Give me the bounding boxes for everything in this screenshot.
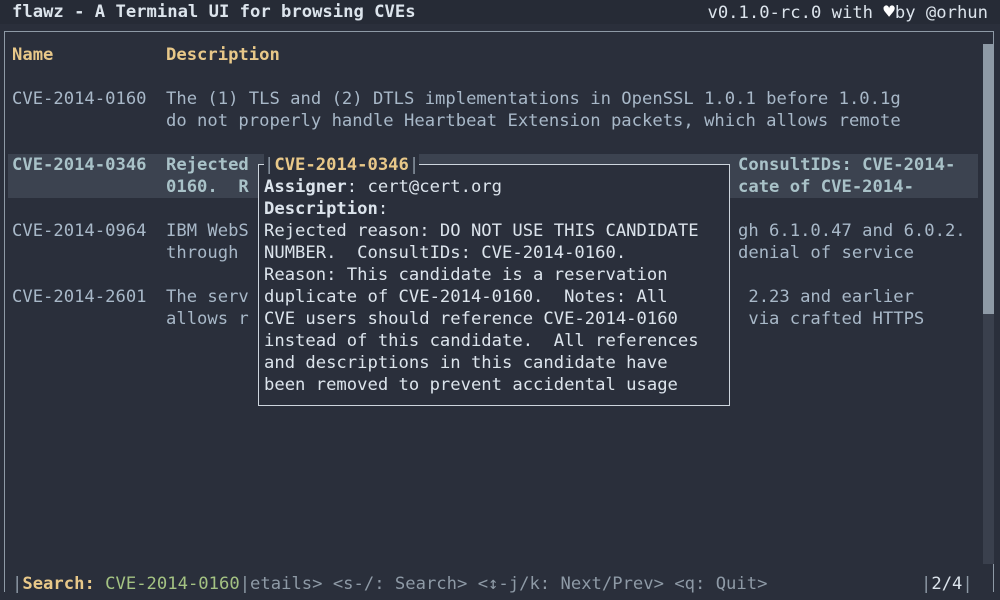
search-input[interactable]: CVE-2014-0160: [105, 574, 240, 594]
popup-description-line: CVE users should reference CVE-2014-0160: [264, 309, 678, 329]
cve-description-line: denial of service: [738, 243, 914, 263]
popup-description-heading: Description:: [264, 198, 388, 220]
terminal-window: flawz - A Terminal UI for browsing CVEs …: [0, 0, 1000, 600]
popup-description-line: Rejected reason: DO NOT USE THIS CANDIDA…: [264, 221, 699, 241]
description-colon: :: [377, 199, 389, 219]
keybinding-hints-2: -j/k: Next/Prev> <q: Quit>: [498, 574, 768, 594]
cve-description-line: allows r: [166, 309, 249, 329]
cve-id: CVE-2014-0346: [12, 155, 147, 175]
cve-description-line: cate of CVE-2014-: [738, 177, 914, 197]
column-header-name[interactable]: Name: [12, 44, 53, 66]
author-text: by @orhun: [894, 3, 988, 23]
cve-description-line: The serv: [166, 287, 249, 307]
cve-description-line: IBM WebS: [166, 221, 249, 241]
app-title: flawz - A Terminal UI for browsing CVEs: [12, 2, 416, 22]
column-header-description[interactable]: Description: [166, 44, 280, 66]
cve-id: CVE-2014-0160: [12, 89, 147, 109]
assigner-label: Assigner: [264, 177, 347, 197]
popup-description-line: NUMBER. ConsultIDs: CVE-2014-0160.: [264, 243, 627, 263]
scrollbar-thumb[interactable]: [983, 44, 994, 314]
popup-description-line: and descriptions in this candidate have: [264, 353, 668, 373]
search-label: Search:: [22, 574, 95, 594]
popup-title-text: CVE-2014-0346: [274, 155, 409, 175]
popup-title: |CVE-2014-0346|: [264, 154, 420, 176]
version-info: v0.1.0-rc.0 with ♥by @orhun: [707, 1, 988, 23]
cve-description-line: via crafted HTTPS: [738, 309, 925, 329]
up-down-arrow-icon: ↕: [488, 574, 499, 594]
popup-description-line: Reason: This candidate is a reservation: [264, 265, 668, 285]
cve-description-line: do not properly handle Heartbeat Extensi…: [166, 111, 901, 131]
cve-description-line: The (1) TLS and (2) DTLS implementations…: [166, 89, 901, 109]
keybinding-hints: etails> <s-/: Search> <: [250, 574, 489, 594]
page-indicator: |2/4|: [921, 574, 973, 594]
description-label: Description: [264, 199, 378, 219]
cve-description-line: 0160. R: [166, 177, 249, 197]
cve-id: CVE-2014-2601: [12, 287, 147, 307]
cve-id: CVE-2014-0964: [12, 221, 147, 241]
page-indicator-text: 2/4: [931, 574, 963, 594]
popup-description-line: duplicate of CVE-2014-0160. Notes: All: [264, 287, 668, 307]
version-text: v0.1.0-rc.0 with: [707, 3, 874, 23]
cve-description-line: gh 6.1.0.47 and 6.0.2.: [738, 221, 966, 241]
heart-icon: ♥: [883, 1, 895, 23]
cve-description-line: ConsultIDs: CVE-2014-: [738, 155, 956, 175]
cve-description-line: 2.23 and earlier: [738, 287, 914, 307]
popup-description-line: instead of this candidate. All reference…: [264, 331, 699, 351]
assigner-value: : cert@cert.org: [346, 177, 503, 197]
footer-status: |Search: CVE-2014-0160|etails> <s-/: Sea…: [12, 574, 768, 594]
cve-description-line: Rejected: [166, 155, 249, 175]
popup-description-line: been removed to prevent accidental usage: [264, 375, 678, 395]
cve-description-line: through: [166, 243, 249, 263]
popup-assigner: Assigner: cert@cert.org: [264, 176, 502, 198]
